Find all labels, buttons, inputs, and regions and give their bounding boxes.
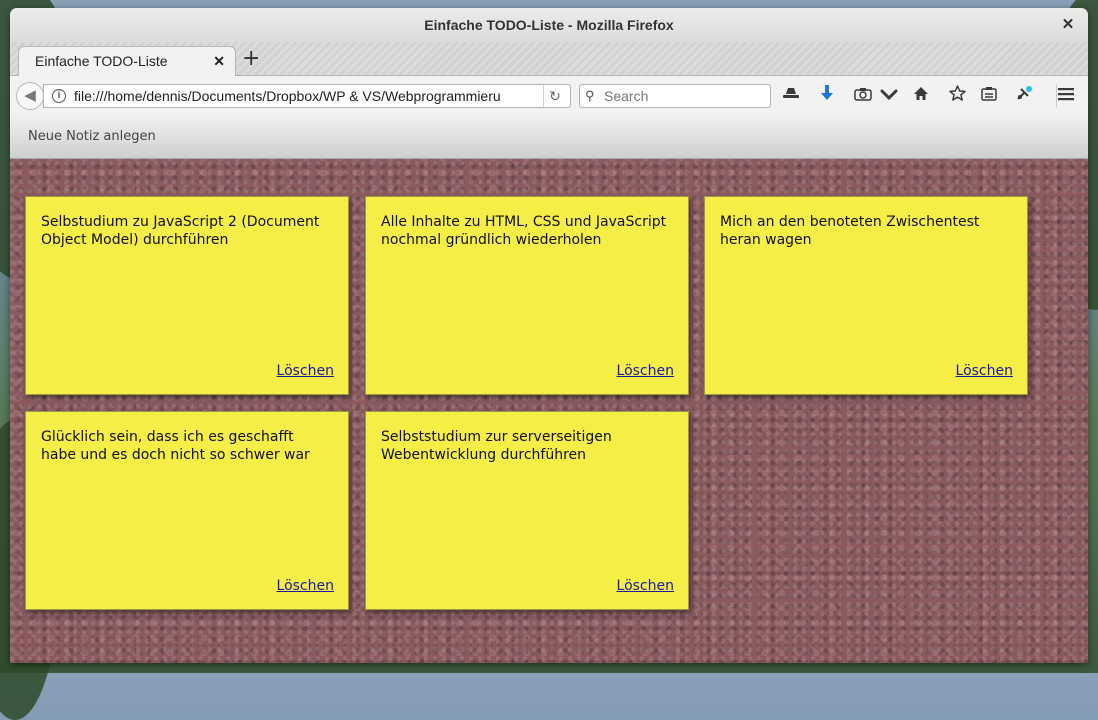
- note-card: Mich an den benoteten Zwischentest heran…: [704, 196, 1028, 395]
- note-delete-link[interactable]: Löschen: [956, 362, 1013, 380]
- note-text: Alle Inhalte zu HTML, CSS und JavaScript…: [381, 214, 667, 248]
- back-arrow-icon: ◀: [24, 86, 36, 104]
- window-title: Einfache TODO-Liste - Mozilla Firefox: [424, 17, 674, 33]
- note-delete-link[interactable]: Löschen: [617, 577, 674, 595]
- new-tab-icon[interactable]: +: [242, 46, 260, 72]
- search-icon: ⚲: [585, 88, 595, 103]
- url-text: file:///home/dennis/Documents/Dropbox/WP…: [74, 88, 501, 104]
- tab-todo-list[interactable]: Einfache TODO-Liste ✕: [18, 46, 236, 76]
- screenshot-icon[interactable]: [852, 85, 874, 107]
- download-icon[interactable]: [816, 85, 838, 107]
- pocket-icon[interactable]: [878, 85, 900, 107]
- app-toolbar: Neue Notiz anlegen: [10, 116, 1088, 159]
- note-text: Selbststudium zur serverseitigen Webentw…: [381, 429, 612, 463]
- note-card: Selbstudium zu JavaScript 2 (Document Ob…: [25, 196, 349, 395]
- browser-window: Einfache TODO-Liste - Mozilla Firefox ✕ …: [10, 8, 1088, 663]
- reader-icon[interactable]: [978, 85, 1000, 107]
- incognito-icon[interactable]: [780, 85, 802, 107]
- extension-icon[interactable]: [1014, 85, 1036, 107]
- tab-bar: Einfache TODO-Liste ✕ +: [10, 42, 1088, 76]
- tab-close-icon[interactable]: ✕: [213, 47, 225, 75]
- note-delete-link[interactable]: Löschen: [617, 362, 674, 380]
- note-delete-link[interactable]: Löschen: [277, 577, 334, 595]
- note-text: Selbstudium zu JavaScript 2 (Document Ob…: [41, 214, 320, 248]
- note-card: Alle Inhalte zu HTML, CSS und JavaScript…: [365, 196, 689, 395]
- reload-icon[interactable]: ↻: [543, 85, 566, 107]
- search-input[interactable]: [604, 86, 764, 106]
- menu-icon[interactable]: [1055, 85, 1077, 107]
- note-delete-link[interactable]: Löschen: [277, 362, 334, 380]
- back-button[interactable]: ◀: [16, 82, 44, 110]
- note-card: Selbststudium zur serverseitigen Webentw…: [365, 411, 689, 610]
- note-text: Mich an den benoteten Zwischentest heran…: [720, 214, 980, 248]
- note-text: Glücklich sein, dass ich es geschafft ha…: [41, 429, 310, 463]
- navigation-bar: i file:///home/dennis/Documents/Dropbox/…: [10, 76, 1088, 117]
- page-content: Neue Notiz anlegen Selbstudium zu JavaSc…: [10, 116, 1088, 663]
- search-box[interactable]: ⚲: [579, 84, 771, 108]
- note-card: Glücklich sein, dass ich es geschafft ha…: [25, 411, 349, 610]
- window-titlebar: Einfache TODO-Liste - Mozilla Firefox ✕: [10, 8, 1088, 42]
- new-note-button[interactable]: Neue Notiz anlegen: [28, 129, 156, 144]
- home-icon[interactable]: [910, 85, 932, 107]
- bookmark-star-icon[interactable]: [946, 85, 968, 107]
- window-close-icon[interactable]: ✕: [1058, 15, 1078, 35]
- tab-label: Einfache TODO-Liste: [35, 53, 168, 69]
- url-bar[interactable]: i file:///home/dennis/Documents/Dropbox/…: [43, 84, 571, 108]
- site-info-icon[interactable]: i: [52, 89, 66, 103]
